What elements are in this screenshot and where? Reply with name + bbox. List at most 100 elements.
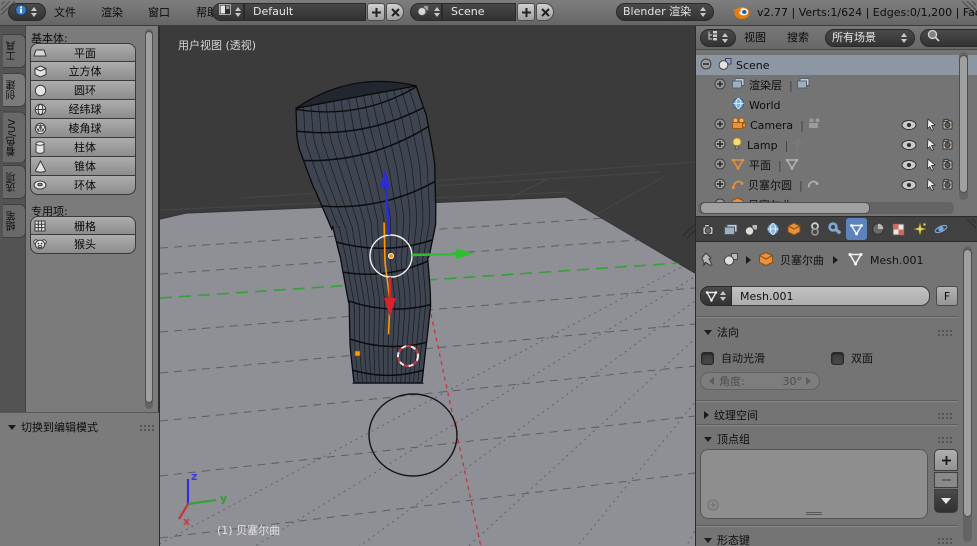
auto-smooth-checkbox[interactable] [701, 352, 714, 365]
breadcrumb-data-name[interactable]: Mesh.001 [870, 254, 923, 267]
auto-smooth-angle-slider[interactable]: 角度: 30° [700, 372, 820, 390]
outliner-menu-search[interactable]: 搜索 [787, 26, 809, 50]
menu-window[interactable]: 窗口 [148, 0, 170, 25]
viewport-3d[interactable]: 用户视图 (透视) z y x (1) 贝塞尔曲 [160, 26, 695, 546]
auto-smooth-option[interactable]: 自动光滑 [701, 350, 765, 366]
slider-right-arrow-icon[interactable] [806, 377, 811, 385]
add-cylinder-button[interactable]: 柱体 [30, 138, 136, 157]
add-monkey-button[interactable]: 猴头 [30, 235, 136, 254]
info-icon [15, 4, 27, 21]
tab-particles-icon[interactable] [909, 218, 930, 240]
properties-vscrollbar[interactable] [963, 246, 972, 542]
separator [696, 525, 958, 527]
mesh-data-icon[interactable] [847, 252, 864, 269]
scrollbar-thumb[interactable] [963, 249, 972, 517]
panel-header-shape-keys[interactable]: 形态键 [704, 532, 952, 546]
drag-dots-icon[interactable] [937, 329, 952, 336]
tab-object-icon[interactable] [783, 218, 804, 240]
object-cube-icon[interactable] [758, 251, 774, 270]
menu-render[interactable]: 渲染 [101, 0, 123, 25]
tab-tools[interactable]: 工具 [3, 34, 26, 68]
double-sided-option[interactable]: 双面 [831, 350, 873, 366]
dropdown-triangle-icon [941, 497, 951, 505]
window-corner-hatch[interactable] [962, 1, 976, 15]
expand-icon[interactable] [714, 118, 726, 133]
vertex-groups-list[interactable] [700, 449, 928, 519]
mesh-data-icon [785, 158, 799, 173]
region-corner-hatch[interactable] [964, 219, 976, 231]
expand-icon[interactable] [714, 138, 726, 153]
close-layout-button[interactable] [386, 3, 404, 21]
tab-options[interactable]: 选项 [3, 165, 26, 199]
add-plane-button[interactable]: 平面 [30, 43, 136, 62]
restrict-toggles[interactable] [902, 119, 952, 190]
outliner-menu-view[interactable]: 视图 [744, 26, 766, 50]
screen-layout-browse-button[interactable] [212, 3, 244, 21]
region-corner-hatch[interactable] [683, 224, 695, 238]
add-vertex-group-button[interactable] [934, 449, 958, 471]
drag-dots-icon[interactable] [139, 424, 154, 431]
tab-world-icon[interactable] [762, 218, 783, 240]
double-sided-checkbox[interactable] [831, 352, 844, 365]
add-icosphere-button[interactable]: 棱角球 [30, 119, 136, 138]
scene-name-field[interactable]: Scene [442, 3, 516, 21]
scrollbar-thumb[interactable] [700, 202, 870, 214]
vertex-group-specials-button[interactable] [934, 489, 958, 513]
expand-icon[interactable] [714, 158, 726, 173]
tool-shelf-scrollbar[interactable] [145, 29, 153, 409]
scene-icon[interactable] [723, 252, 739, 269]
expand-icon[interactable] [714, 78, 726, 93]
tab-material-icon[interactable] [867, 218, 888, 240]
tab-scene-icon[interactable] [741, 218, 762, 240]
outliner-hscrollbar[interactable] [698, 202, 954, 214]
add-circle-button[interactable]: 圆环 [30, 81, 136, 100]
collapse-icon[interactable] [700, 58, 712, 73]
remove-vertex-group-button[interactable] [934, 472, 958, 488]
add-torus-button[interactable]: 环体 [30, 176, 136, 195]
add-layout-button[interactable] [367, 3, 385, 21]
scene-browse-button[interactable] [410, 3, 442, 21]
add-scene-button[interactable] [517, 3, 535, 21]
add-grid-button[interactable]: 栅格 [30, 216, 136, 235]
redo-panel-header[interactable]: 切换到编辑模式 [8, 419, 154, 435]
breadcrumb-object-name[interactable]: 贝塞尔曲 [780, 252, 824, 268]
fake-user-button[interactable]: F [936, 286, 958, 306]
render-engine-dropdown[interactable]: Blender 渲染 [616, 3, 714, 21]
scrollbar-thumb[interactable] [145, 31, 153, 403]
add-cone-button[interactable]: 锥体 [30, 157, 136, 176]
screen-layout-name-field[interactable]: Default [244, 3, 366, 21]
tab-object-data-icon[interactable] [846, 218, 867, 240]
menu-file[interactable]: 文件 [54, 0, 76, 25]
editor-type-button[interactable] [700, 29, 736, 47]
drag-dots-icon[interactable] [937, 412, 952, 419]
drag-dots-icon[interactable] [937, 537, 952, 544]
tab-modifiers-icon[interactable] [825, 218, 846, 240]
panel-header-vertex-groups[interactable]: 顶点组 [704, 431, 952, 447]
panel-header-normals[interactable]: 法向 [704, 324, 952, 340]
tab-render-icon[interactable] [699, 218, 720, 240]
slider-left-arrow-icon[interactable] [709, 377, 714, 385]
expand-icon[interactable] [714, 178, 726, 193]
tab-physics-icon[interactable] [930, 218, 951, 240]
outliner-row-bezier-curve-partial[interactable]: 贝塞尔曲 [696, 195, 958, 202]
tab-grease-pencil[interactable]: 蜡笔 [3, 204, 26, 238]
tab-constraints-icon[interactable] [804, 218, 825, 240]
pin-icon[interactable] [700, 251, 715, 270]
outliner-vscrollbar[interactable] [959, 52, 968, 200]
editor-type-button[interactable] [8, 3, 46, 21]
drag-dots-icon[interactable] [937, 436, 952, 443]
scrollbar-thumb[interactable] [959, 55, 968, 193]
tab-render-layers-icon[interactable] [720, 218, 741, 240]
tab-texture-icon[interactable] [888, 218, 909, 240]
outliner-search-field[interactable] [920, 29, 977, 47]
outliner-filter-dropdown[interactable]: 所有场景 [825, 29, 915, 47]
mesh-name-field[interactable]: Mesh.001 [732, 286, 930, 306]
tab-create[interactable]: 创建 [3, 73, 26, 107]
panel-header-texture-space[interactable]: 纹理空间 [704, 407, 952, 423]
add-uvsphere-button[interactable]: 经纬球 [30, 100, 136, 119]
list-resize-grip[interactable] [806, 512, 822, 515]
mesh-datablock-browse-button[interactable] [700, 286, 732, 306]
add-cube-button[interactable]: 立方体 [30, 62, 136, 81]
tab-shading-uv[interactable]: 着色/UV [3, 112, 26, 164]
close-scene-button[interactable] [536, 3, 554, 21]
